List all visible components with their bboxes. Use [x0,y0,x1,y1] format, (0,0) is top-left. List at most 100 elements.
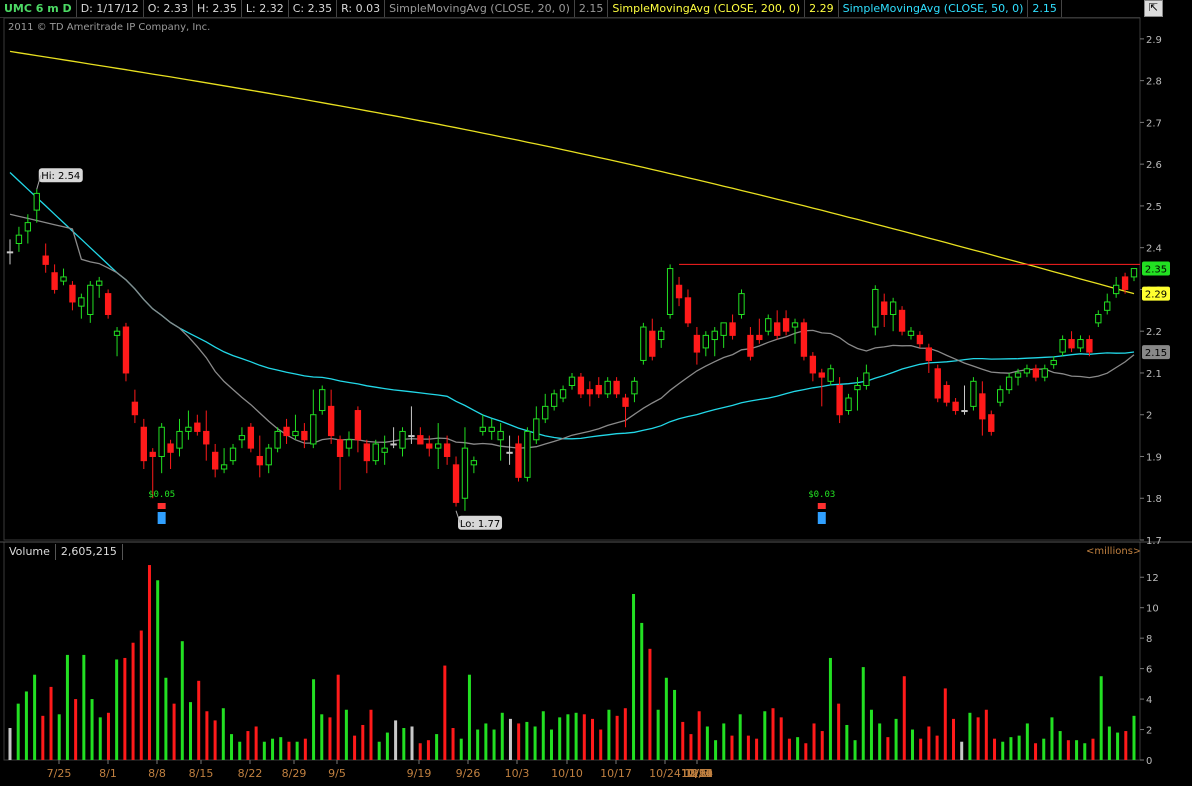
candle [96,276,103,298]
candle [381,435,388,465]
volume-bar [115,659,119,760]
candle [898,306,906,336]
candle [274,427,281,453]
candle [113,327,121,357]
candle [666,264,674,319]
volume-bar [656,709,660,760]
candle [907,327,915,340]
volume-bar [221,708,225,760]
price-tick-label: 2.9 [1146,35,1162,46]
candle [194,414,201,436]
volume-bar [558,717,562,760]
volume-bar [632,593,636,760]
volume-bar [525,721,529,760]
candle-body [1095,313,1102,324]
volume-bar [1042,738,1046,760]
volume-bar [919,738,923,760]
volume-bar [33,674,37,760]
candle-body [203,430,210,445]
candle [1032,364,1040,382]
candle [773,310,781,340]
candle [577,372,585,399]
candle-body [283,426,290,437]
candle [524,427,531,482]
date-tick-label: 7/25 [47,767,72,780]
candle-body [1130,268,1138,278]
volume-bar [705,726,709,760]
candle [247,423,255,453]
candle-body [595,384,602,395]
candle-body [1121,276,1129,290]
candle-body [568,376,576,386]
volume-bar [147,565,151,760]
candle [613,377,620,399]
candle-body [1068,339,1075,349]
candle-body [988,414,995,432]
volume-bar [935,735,939,760]
candle-body [443,443,451,457]
candle-body [1041,368,1048,378]
candle [122,322,130,382]
volume-bar [804,743,808,760]
volume-bar [1091,738,1095,760]
candle-body [1023,368,1031,374]
price-tick-label: 2.8 [1146,77,1162,88]
candle-body [51,272,58,290]
candle-body [479,426,486,432]
price-panel-frame [3,17,1141,541]
candle [506,435,513,465]
candle-body [60,276,67,282]
candle [988,410,995,436]
volume-bar [295,741,299,760]
candle-body [818,372,825,378]
dividend-label: $0.03 [808,490,835,500]
volume-bar [238,741,242,760]
candle [515,435,522,482]
volume-bar [517,723,521,760]
price-tick-label: 2.5 [1146,202,1162,213]
volume-bar [878,723,882,760]
candle-body [336,439,344,457]
candle-body [765,318,772,332]
volume-bar [943,688,947,760]
date-tick-label: 1/9 [688,767,706,780]
candle-body [87,284,94,315]
candle [1077,335,1084,353]
candle-body [390,443,397,446]
candle [1104,293,1111,315]
volume-bar [730,735,734,760]
candle [33,189,40,223]
date-tick-label: 9/19 [407,767,432,780]
candle [622,393,629,428]
candle [461,427,469,511]
candle [131,389,139,424]
volume-bar [689,734,693,760]
candle-body [292,430,299,437]
volume-bar [213,720,217,760]
volume-bar [164,677,168,760]
candle-body [658,330,665,341]
candle [78,293,85,319]
volume-bar [49,686,53,760]
chart-canvas[interactable]: 1.71.81.922.12.22.32.42.52.62.72.82.9024… [0,0,1192,786]
candle [176,418,183,457]
volume-bar [344,709,348,760]
candle-body [327,405,335,437]
volume-bar [246,731,250,760]
volume-bar [262,741,266,760]
candle-body [461,447,469,499]
candle [185,410,192,440]
candle [158,423,165,474]
price-tag-label: 2.35 [1145,265,1167,276]
candle-body [756,334,763,341]
volume-bar [968,712,972,760]
candle [87,281,94,323]
candle [345,431,353,457]
date-tick-label: 8/15 [189,767,214,780]
volume-bar [1075,740,1079,760]
candle [292,414,299,440]
candle-body [497,430,504,441]
volume-bar [541,711,545,760]
candle [970,377,977,411]
candle-body [782,318,790,332]
